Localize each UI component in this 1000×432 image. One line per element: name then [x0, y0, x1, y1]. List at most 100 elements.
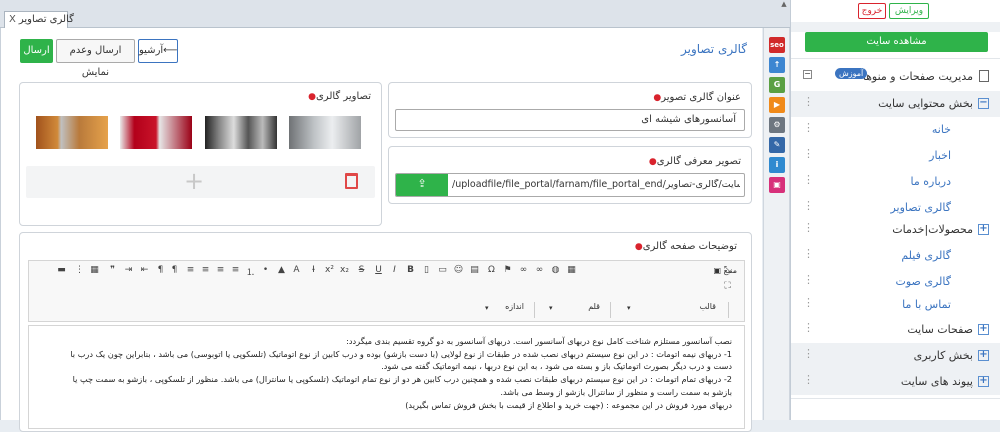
scroll-up-icon[interactable]: ▲ — [778, 0, 790, 8]
upload-tool-icon[interactable]: ↑ — [769, 57, 785, 73]
align-right-icon[interactable]: ≡ — [185, 265, 196, 275]
expand-icon[interactable]: + — [978, 324, 989, 335]
smiley-icon[interactable]: ☺ — [453, 265, 464, 275]
seo-icon[interactable]: seo — [769, 37, 785, 53]
drag-handle-icon[interactable]: ⋮ — [803, 199, 814, 212]
rtl-icon[interactable]: ¶ — [169, 265, 180, 275]
tab-gallery[interactable]: X گالری تصاویر — [4, 11, 74, 28]
editor-body[interactable]: نصب آسانسور مستلزم شناخت کامل نوع دربهای… — [28, 325, 745, 429]
logout-button[interactable]: خروج — [858, 3, 886, 19]
superscript-icon[interactable]: x² — [324, 265, 335, 275]
unlink-icon[interactable]: ∞ — [534, 265, 545, 275]
expand-icon[interactable]: + — [978, 224, 989, 235]
expand-icon[interactable]: + — [978, 350, 989, 361]
drag-handle-icon[interactable]: ⋮ — [803, 173, 814, 186]
format-select[interactable]: قالب — [619, 302, 729, 318]
description-line: 1- دربهای نیمه اتومات : در این نوع سیستم… — [70, 348, 732, 359]
sidebar-manage[interactable]: − مدیریت صفحات و منوها آموزش — [791, 64, 1000, 90]
settings-icon[interactable]: ⚙ — [769, 117, 785, 133]
sidebar-section-links[interactable]: ⋮ پیوند های سایت + — [791, 369, 1000, 395]
drag-handle-icon[interactable]: ⋮ — [803, 373, 814, 386]
outdent-icon[interactable]: ⇤ — [139, 265, 150, 275]
drag-handle-icon[interactable]: ⋮ — [803, 247, 814, 260]
justify-icon[interactable]: ≡ — [230, 265, 241, 275]
subscript-icon[interactable]: x₂ — [339, 265, 350, 275]
drag-handle-icon[interactable]: ⋮ — [803, 147, 814, 160]
table-icon[interactable]: ▦ — [89, 265, 100, 275]
sidebar-item-video[interactable]: ⋮ گالری فیلم — [791, 243, 1000, 269]
bullet-list-icon[interactable]: • — [260, 265, 271, 275]
gallery-thumb-3[interactable] — [205, 116, 277, 149]
tab-title: گالری تصاویر — [18, 14, 74, 25]
sidebar-item-label: تماس با ما — [902, 298, 951, 311]
sidebar-section-content[interactable]: ⋮ بخش محتوایی سایت − — [791, 91, 1000, 117]
tab-close-icon[interactable]: X — [9, 14, 16, 25]
expand-icon[interactable]: + — [978, 376, 989, 387]
send-hidden-button[interactable]: ارسال وعدم نمایش — [56, 39, 135, 78]
bold-icon[interactable]: B — [405, 265, 416, 275]
link-icon[interactable]: ∞ — [518, 265, 529, 275]
document-icon[interactable]: ▯ — [421, 265, 432, 275]
drag-handle-icon[interactable]: ⋮ — [803, 121, 814, 134]
upload-icon[interactable]: ⇪ — [396, 174, 448, 196]
align-center-icon[interactable]: ≡ — [200, 265, 211, 275]
google-icon[interactable]: G — [769, 77, 785, 93]
text-color-icon[interactable]: A — [291, 265, 302, 275]
gallery-add-area[interactable]: + — [26, 166, 375, 198]
iframe-icon[interactable]: ▤ — [469, 265, 480, 275]
edit-button[interactable]: ویرایش — [889, 3, 929, 19]
description-line: دست و درب دیگر بصورت اتوماتیک باز و بسته… — [381, 361, 732, 372]
drag-handle-icon[interactable]: ⋮ — [803, 221, 814, 234]
sidebar-section-products[interactable]: ⋮ محصولات|خدمات + — [791, 217, 1000, 243]
indent-icon[interactable]: ⇥ — [123, 265, 134, 275]
info-icon[interactable]: i — [769, 157, 785, 173]
flag-icon[interactable]: ⚑ — [502, 265, 513, 275]
tutorial-badge[interactable]: آموزش — [835, 68, 868, 79]
sidebar-item-news[interactable]: ⋮ اخبار — [791, 143, 1000, 169]
plus-icon[interactable]: + — [184, 168, 204, 194]
drag-handle-icon[interactable]: ⋮ — [803, 321, 814, 334]
gallery-thumb-2[interactable] — [120, 116, 192, 149]
template-icon[interactable]: ▦ — [566, 265, 577, 275]
description-panel: ●توضیحات صفحه گالری ▣ منبع ▬ ⋮ ▦ ❞ ⇥ ⇤ ¶… — [19, 232, 752, 432]
underline-icon[interactable]: U — [373, 265, 384, 275]
wrench-icon[interactable]: ✎ — [769, 137, 785, 153]
drag-handle-icon[interactable]: ⋮ — [803, 273, 814, 286]
special-char-icon[interactable]: ⋮ — [74, 265, 85, 275]
lock-icon[interactable]: ▣ — [769, 177, 785, 193]
intro-image-path[interactable]: /uploadfile/file_portal/farnam/file_port… — [452, 179, 740, 190]
hr-icon[interactable]: ▬ — [56, 265, 67, 275]
sidebar-item-home[interactable]: ⋮ خانه — [791, 117, 1000, 143]
archive-button[interactable]: آرشیو⟵ — [138, 39, 178, 63]
omega-icon[interactable]: Ω — [486, 265, 497, 275]
send-button[interactable]: ارسال — [20, 39, 53, 63]
forward-icon[interactable]: ▶ — [769, 97, 785, 113]
collapse-icon[interactable]: − — [978, 98, 989, 109]
sidebar-section-pages[interactable]: ⋮ صفحات سایت + — [791, 317, 1000, 343]
italic-icon[interactable]: I — [389, 265, 400, 275]
sidebar-section-user[interactable]: ⋮ بخش کاربری + — [791, 343, 1000, 369]
drag-handle-icon[interactable]: ⋮ — [803, 95, 814, 108]
blockquote-icon[interactable]: ❞ — [107, 265, 118, 275]
image-icon[interactable]: ▭ — [437, 265, 448, 275]
sidebar-item-contact[interactable]: ⋮ تماس با ما — [791, 292, 1000, 318]
bg-color-icon[interactable]: ▲ — [276, 265, 287, 275]
tool-strip: seo ↑ G ▶ ⚙ ✎ i ▣ — [763, 28, 790, 420]
sidebar-item-about[interactable]: ⋮ درباره ما — [791, 169, 1000, 195]
view-site-button[interactable]: مشاهده سایت — [805, 32, 988, 52]
drag-handle-icon[interactable]: ⋮ — [803, 347, 814, 360]
gallery-thumb-1[interactable] — [36, 116, 108, 149]
trash-icon[interactable] — [345, 173, 358, 189]
numbered-list-icon[interactable]: ⒈ — [245, 265, 256, 278]
collapse-icon[interactable]: − — [803, 70, 812, 79]
clear-format-icon[interactable]: Ɨ — [308, 265, 319, 275]
maximize-icon[interactable]: ⤡ — [722, 265, 733, 275]
fullscreen-icon[interactable]: ⛶ — [722, 281, 733, 291]
globe-icon[interactable]: ◍ — [550, 265, 561, 275]
drag-handle-icon[interactable]: ⋮ — [803, 296, 814, 309]
align-left-icon[interactable]: ≡ — [215, 265, 226, 275]
gallery-title-input[interactable]: آسانسورهای شیشه ای — [395, 109, 745, 131]
ltr-icon[interactable]: ¶ — [155, 265, 166, 275]
strike-icon[interactable]: S — [356, 265, 367, 275]
gallery-thumb-4[interactable] — [289, 116, 361, 149]
